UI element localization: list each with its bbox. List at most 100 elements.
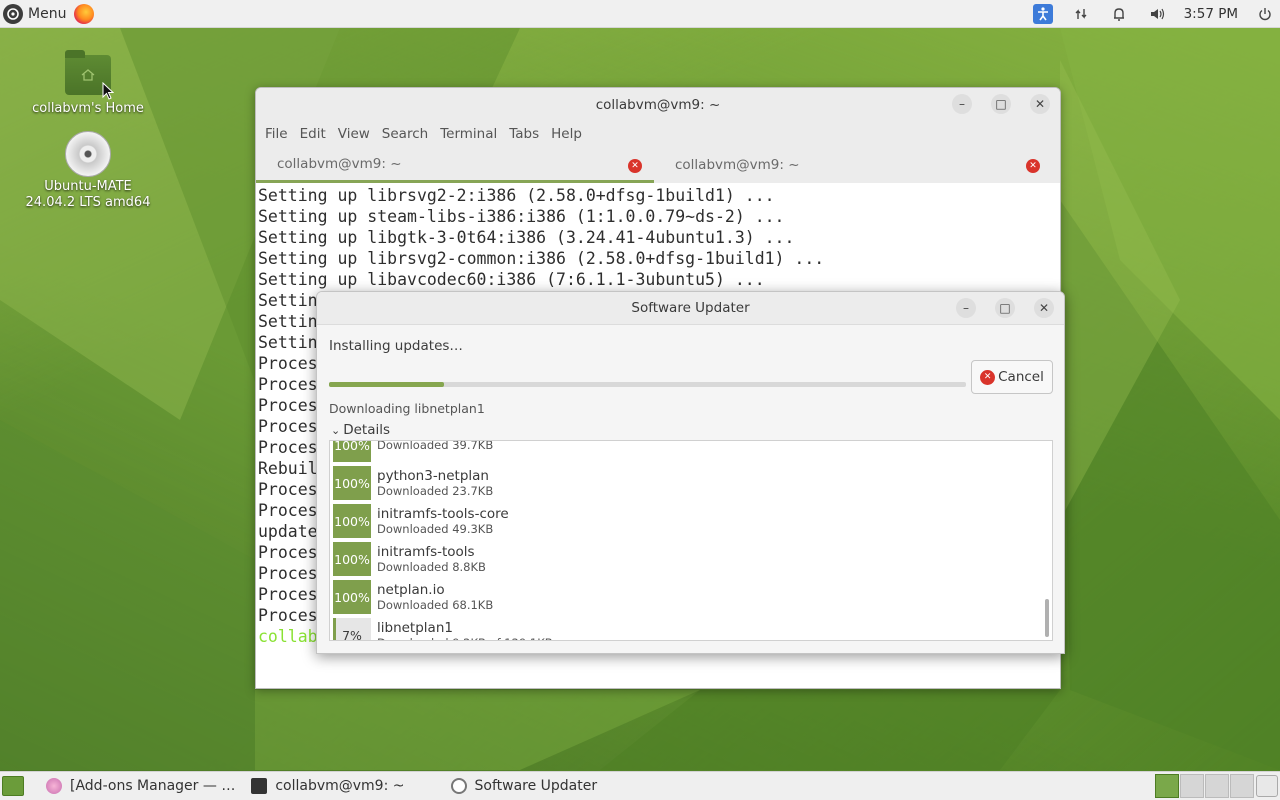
taskbar-label: Software Updater	[474, 778, 598, 794]
firefox-launcher-icon[interactable]	[74, 3, 95, 24]
package-detail: Downloaded 49.3KB	[377, 521, 494, 536]
package-info: python3-netplan Downloaded 23.7KB	[377, 468, 493, 499]
install-progress-bar	[329, 382, 966, 387]
clock[interactable]: 3:57 PM	[1176, 6, 1250, 22]
package-percent: 100%	[334, 440, 370, 453]
taskbar-label: collabvm@vm9: ~	[275, 778, 405, 794]
package-progress: 100%	[333, 542, 371, 576]
package-info: initramfs-tools Downloaded 8.8KB	[377, 544, 486, 575]
cancel-label: Cancel	[998, 369, 1044, 385]
package-row: 100% Downloaded 39.7KB	[330, 440, 1040, 464]
package-row: 100% netplan.io Downloaded 68.1KB	[330, 578, 1040, 616]
chevron-down-icon: ⌄	[331, 423, 341, 437]
package-progress: 7%	[333, 618, 371, 640]
network-indicator[interactable]	[1062, 0, 1100, 28]
terminal-line: Setting up libgtk-3-0t64:i386 (3.24.41-4…	[258, 228, 795, 247]
menu-search[interactable]: Search	[376, 126, 434, 142]
close-button[interactable]: ✕	[1034, 298, 1054, 318]
bottom-panel: [Add-ons Manager — … collabvm@vm9: ~ Sof…	[0, 771, 1280, 800]
menu-help[interactable]: Help	[545, 126, 588, 142]
window-title: collabvm@vm9: ~	[595, 96, 721, 113]
package-info: initramfs-tools-core Downloaded 49.3KB	[377, 506, 509, 537]
cancel-button[interactable]: ✕ Cancel	[971, 360, 1053, 394]
tab-close-icon[interactable]: ✕	[1026, 159, 1040, 173]
package-info: libnetplan1Downloaded 9.2KB of 129.1KB	[377, 619, 553, 641]
details-label: Details	[343, 422, 391, 438]
main-menu-button[interactable]: Menu	[0, 0, 66, 28]
cancel-icon: ✕	[980, 369, 996, 385]
menu-label: Menu	[28, 5, 67, 22]
package-name: initramfs-tools	[377, 543, 475, 560]
optical-disc-icon	[65, 131, 111, 177]
menu-view[interactable]: View	[332, 126, 376, 142]
install-status: Installing updates…	[329, 338, 463, 354]
taskbar-item-addons[interactable]: [Add-ons Manager — …	[38, 772, 243, 800]
bell-icon	[1113, 7, 1124, 21]
terminal-line: Setting up steam-libs-i386:i386 (1:1.0.0…	[258, 207, 785, 226]
mate-logo-icon	[3, 3, 23, 24]
download-status: Downloading libnetplan1	[329, 401, 485, 416]
taskbar-item-terminal[interactable]: collabvm@vm9: ~	[243, 772, 412, 800]
taskbar-item-updater[interactable]: Software Updater	[443, 772, 606, 800]
firefox-icon	[46, 778, 62, 794]
tab-close-icon[interactable]: ✕	[628, 159, 642, 173]
terminal-line: Setting up librsvg2-2:i386 (2.58.0+dfsg-…	[258, 186, 775, 205]
maximize-button[interactable]: □	[991, 94, 1011, 114]
terminal-tab-2[interactable]: collabvm@vm9: ~ ✕	[654, 147, 1052, 183]
package-detail: Downloaded 9.2KB of 129.1KB	[377, 636, 553, 641]
tab-label: collabvm@vm9: ~	[277, 155, 402, 172]
accessibility-icon	[1032, 4, 1053, 24]
tab-label: collabvm@vm9: ~	[675, 157, 800, 173]
menu-terminal[interactable]: Terminal	[434, 126, 503, 142]
menu-edit[interactable]: Edit	[294, 126, 332, 142]
menu-tabs[interactable]: Tabs	[503, 126, 545, 142]
notifications-indicator[interactable]	[1100, 0, 1138, 28]
terminal-titlebar[interactable]: collabvm@vm9: ~ – □ ✕	[256, 88, 1060, 121]
package-detail: Downloaded 23.7KB	[377, 483, 494, 498]
package-progress: 100%	[333, 440, 371, 462]
package-list[interactable]: 100% Downloaded 39.7KB 100% python3-netplan…	[329, 440, 1053, 641]
package-percent: 100%	[334, 551, 370, 567]
workspace-4[interactable]	[1230, 774, 1254, 798]
details-expander[interactable]: ⌄ Details	[331, 422, 390, 438]
power-icon	[1259, 8, 1271, 21]
window-controls: – □ ✕	[937, 298, 1054, 318]
workspace-switcher	[1154, 774, 1254, 798]
desktop-icon-dvd[interactable]: Ubuntu-MATE 24.04.2 LTS amd64	[18, 131, 158, 211]
updater-titlebar[interactable]: Software Updater – □ ✕	[317, 292, 1064, 325]
window-controls: – □ ✕	[933, 94, 1050, 114]
workspace-2[interactable]	[1180, 774, 1204, 798]
trash-icon[interactable]	[1256, 775, 1278, 797]
package-list-items: 100% Downloaded 39.7KB 100% python3-netplan…	[330, 440, 1040, 641]
package-percent: 100%	[334, 475, 370, 491]
workspace-3[interactable]	[1205, 774, 1229, 798]
maximize-button[interactable]: □	[995, 298, 1015, 318]
software-updater-icon	[450, 778, 467, 794]
package-detail: Downloaded 68.1KB	[377, 597, 494, 612]
package-progress-fill	[333, 618, 336, 640]
power-indicator[interactable]	[1250, 0, 1280, 28]
desktop-icon-home[interactable]: collabvm's Home	[18, 50, 158, 116]
package-name: netplan.io	[377, 581, 445, 598]
taskbar-label: [Add-ons Manager — …	[70, 778, 236, 794]
package-list-scrollbar[interactable]	[1045, 599, 1049, 637]
terminal-line: Setting up librsvg2-common:i386 (2.58.0+…	[258, 249, 825, 268]
terminal-tab-1[interactable]: collabvm@vm9: ~ ✕	[256, 147, 654, 183]
minimize-button[interactable]: –	[952, 94, 972, 114]
menu-file[interactable]: File	[259, 126, 294, 142]
package-progress: 100%	[333, 504, 371, 538]
volume-indicator[interactable]	[1138, 0, 1176, 28]
package-name: libnetplan1	[377, 619, 453, 636]
workspace-1[interactable]	[1155, 774, 1179, 798]
close-button[interactable]: ✕	[1030, 94, 1050, 114]
speaker-icon	[1150, 8, 1164, 20]
minimize-button[interactable]: –	[956, 298, 976, 318]
software-updater-window: Software Updater – □ ✕ Installing update…	[316, 291, 1065, 654]
package-detail: Downloaded 8.8KB	[377, 559, 486, 574]
desktop-icon-label: Ubuntu-MATE 24.04.2 LTS amd64	[25, 179, 151, 210]
package-info: Downloaded 39.7KB	[377, 441, 493, 453]
accessibility-indicator[interactable]	[1024, 0, 1062, 28]
package-row: 100% initramfs-tools Downloaded 8.8KB	[330, 540, 1040, 578]
show-desktop-button[interactable]	[2, 776, 24, 796]
package-name: python3-netplan	[377, 467, 489, 484]
